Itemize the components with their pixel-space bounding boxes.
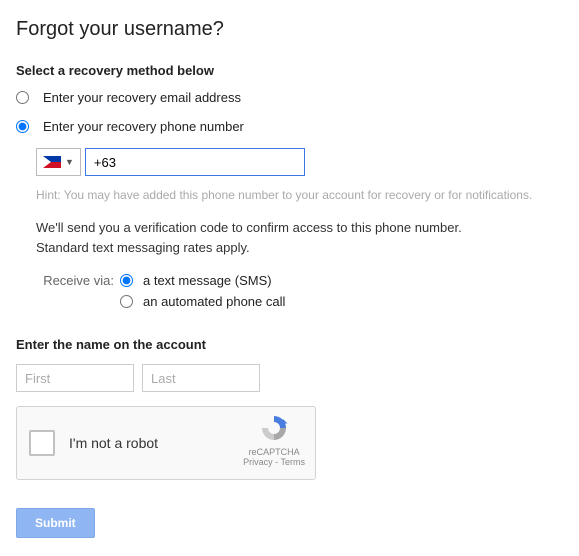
recaptcha-terms-link[interactable]: Terms bbox=[281, 457, 306, 467]
recovery-email-radio[interactable] bbox=[16, 91, 29, 104]
receive-call-radio[interactable] bbox=[120, 295, 133, 308]
page-title: Forgot your username? bbox=[16, 18, 563, 41]
chevron-down-icon: ▼ bbox=[65, 157, 74, 167]
recovery-phone-label: Enter your recovery phone number bbox=[43, 119, 244, 134]
country-select[interactable]: ▼ bbox=[36, 148, 81, 176]
phone-input[interactable] bbox=[85, 148, 305, 176]
recovery-email-label: Enter your recovery email address bbox=[43, 90, 241, 105]
recaptcha-privacy-link[interactable]: Privacy bbox=[243, 457, 273, 467]
name-heading: Enter the name on the account bbox=[16, 337, 563, 352]
recaptcha-checkbox[interactable] bbox=[29, 430, 55, 456]
first-name-input[interactable] bbox=[16, 364, 134, 392]
phone-hint: Hint: You may have added this phone numb… bbox=[36, 188, 563, 202]
phone-info-line1: We'll send you a verification code to co… bbox=[36, 220, 462, 235]
receive-sms-radio[interactable] bbox=[120, 274, 133, 287]
recaptcha-brand: reCAPTCHA bbox=[243, 447, 305, 457]
receive-via-label: Receive via: bbox=[36, 273, 114, 288]
recovery-option-phone[interactable]: Enter your recovery phone number bbox=[16, 119, 563, 134]
recaptcha-icon bbox=[258, 413, 290, 443]
recaptcha-label: I'm not a robot bbox=[69, 435, 158, 451]
phone-info-line2: Standard text messaging rates apply. bbox=[36, 240, 250, 255]
receive-option-call-row[interactable]: an automated phone call bbox=[36, 294, 563, 309]
phone-info: We'll send you a verification code to co… bbox=[36, 218, 563, 257]
receive-sms-label: a text message (SMS) bbox=[143, 273, 272, 288]
recaptcha-widget: I'm not a robot reCAPTCHA Privacy - Term… bbox=[16, 406, 316, 480]
recovery-option-email[interactable]: Enter your recovery email address bbox=[16, 90, 563, 105]
recovery-heading: Select a recovery method below bbox=[16, 63, 563, 78]
recovery-phone-radio[interactable] bbox=[16, 120, 29, 133]
receive-option-sms-row[interactable]: Receive via: a text message (SMS) bbox=[36, 273, 563, 288]
receive-call-label: an automated phone call bbox=[143, 294, 285, 309]
last-name-input[interactable] bbox=[142, 364, 260, 392]
flag-icon bbox=[43, 156, 61, 168]
